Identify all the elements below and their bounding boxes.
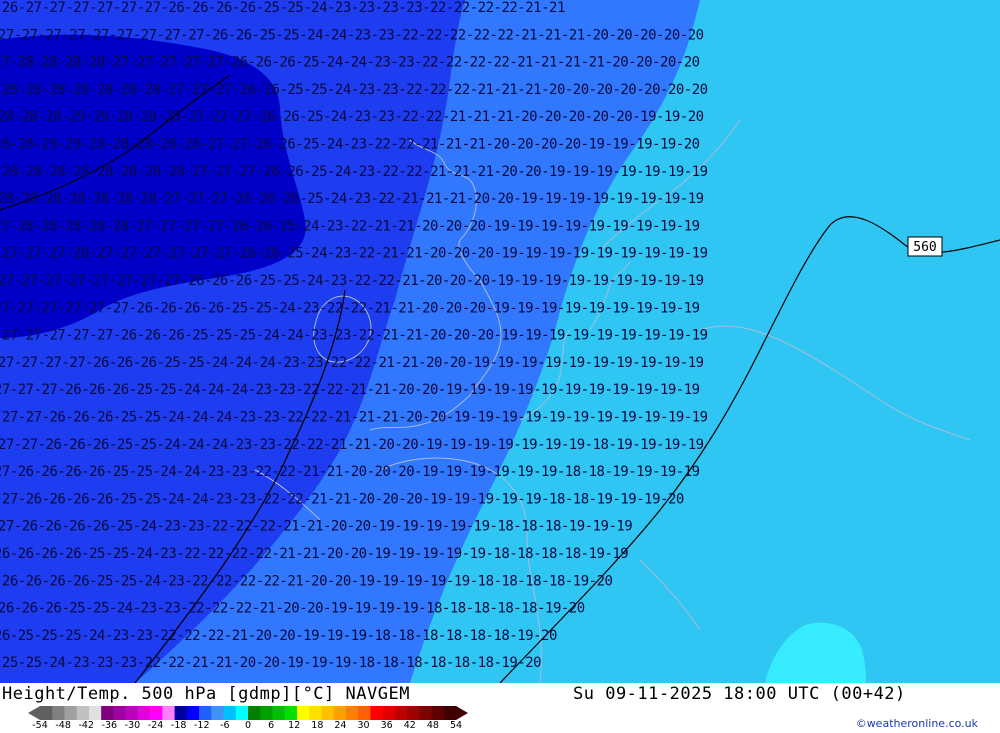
legend-swatch [443,706,457,720]
legend-swatch [260,706,273,720]
legend-tick-label: 30 [357,720,370,731]
legend-swatch [125,706,139,720]
legend-swatch [199,706,212,720]
isotherm-label-row: -27-27-26-26-26-25-25-24-24-24-23-23-22-… [0,437,704,453]
legend-tick-label: -30 [124,720,141,731]
legend-swatch [370,706,384,720]
isotherm-label-row: -26-26-26-26-25-25-24-23-22-22-22-22-21-… [0,573,613,589]
isotherm-label-row: -27-27-27-27-27-26-26-26-25-25-25-24-24-… [0,328,708,344]
legend-swatch [394,706,408,720]
legend-swatch [296,706,310,720]
temperature-legend-bar [28,706,468,720]
legend-swatch [211,706,225,720]
legend-swatch [162,706,176,720]
legend-tick-label: 42 [403,720,416,731]
isotherm-label-row: -27-28-28-28-28-28-27-27-27-27-26-26-25-… [0,218,700,234]
legend-arrow-left [28,706,40,720]
isotherm-label-row: -27-28-28-28-28-27-27-27-27-27-26-26-26-… [0,55,700,71]
legend-swatch [40,706,53,720]
map-canvas: 560 -26-27-27-27-27-27-27-26-26-26-26-25… [0,0,1000,683]
height-contour-label: 560 [913,240,936,255]
legend-tick-label: 12 [288,720,301,731]
map-title: Height/Temp. 500 hPa [gdmp][°C] NAVGEM [2,684,410,704]
isotherm-label-row: -28-28-28-28-28-28-28-27-27-27-26-26-26-… [0,191,704,207]
legend-swatch [309,706,322,720]
legend-tick-label: 54 [449,720,463,731]
legend-swatch [321,706,335,720]
legend-swatch [345,706,359,720]
legend-tick-label: -12 [194,720,210,731]
isotherm-label-row: -27-27-26-26-26-25-25-24-24-24-23-23-22-… [0,410,708,426]
legend-swatch [150,706,163,720]
legend-swatch [248,706,261,720]
isotherm-label-row: -27-26-26-26-26-25-24-23-23-22-22-22-21-… [0,519,632,535]
isotherm-label-row: -27-26-26-26-26-25-25-24-24-23-23-22-22-… [0,464,700,480]
legend-tick-label: -18 [170,720,187,731]
isotherm-label-row: -26-26-26-26-25-25-24-23-22-22-22-22-21-… [0,546,628,562]
isotherm-label-row: -27-27-27-27-27-27-26-26-26-26-25-25-24-… [0,300,700,316]
isotherm-label-row: -28-28-29-29-28-28-28-28-28-27-27-26-26-… [0,137,700,153]
isotherm-label-row: -26-26-26-25-25-24-23-23-22-22-22-21-20-… [0,601,585,617]
isotherm-label-row: -28-28-28-28-28-28-28-28-27-27-27-26-26-… [0,164,708,180]
legend-swatch [358,706,371,720]
legend-swatch [333,706,347,720]
valid-time: Su 09-11-2025 18:00 UTC (00+42) [573,684,906,704]
isotherm-label-row: -27-27-27-27-27-27-27-27-27-26-26-25-25-… [0,27,704,43]
map-footer: Height/Temp. 500 hPa [gdmp][°C] NAVGEM S… [0,683,1000,733]
legend-swatch [101,706,114,720]
isotherm-label-row: -27-26-26-26-26-25-25-24-24-23-23-22-22-… [0,491,684,507]
legend-swatch [186,706,200,720]
isotherm-label-row: -28-28-28-28-28-28-28-27-27-27-26-26-25-… [0,82,708,98]
legend-swatch [272,706,286,720]
legend-swatch [407,706,420,720]
legend-tick-label: -54 [32,720,48,731]
legend-tick-label: 36 [380,720,393,731]
legend-swatch [64,706,78,720]
legend-swatch [223,706,237,720]
weather-map: 560 -26-27-27-27-27-27-27-26-26-26-26-25… [0,0,1000,683]
legend-tick-label: -6 [220,720,230,731]
legend-swatch [113,706,127,720]
isotherm-label-row: -26-25-25-25-24-23-23-22-22-22-21-20-20-… [0,628,557,644]
credit-link[interactable]: ©weatheronline.co.uk [856,717,978,730]
isotherm-label-row: -28-28-28-29-29-28-28-28-27-27-27-26-26-… [0,109,704,125]
legend-tick-label: 18 [311,720,324,731]
legend-tick-label: -42 [78,720,94,731]
isotherm-label-row: -27-27-27-26-26-26-25-25-24-24-24-23-23-… [0,382,700,398]
legend-swatch [88,706,102,720]
legend-tick-label: 6 [268,720,275,731]
legend-tick-label: 0 [244,720,252,731]
legend-swatch [76,706,90,720]
legend-tick-label: -24 [147,720,164,731]
isotherm-label-row: -27-27-27-27-26-26-26-25-25-24-24-24-23-… [0,355,704,371]
isotherm-label-row: -25-25-24-23-23-23-22-22-21-21-20-20-19-… [0,655,541,671]
legend-tick-label: -48 [55,720,71,731]
legend-tick-label: 48 [426,720,439,731]
legend-swatch [431,706,445,720]
isotherm-label-row: -27-27-27-28-27-27-27-27-27-27-26-26-25-… [0,246,708,262]
legend-swatch [137,706,151,720]
legend-swatch [284,706,298,720]
legend-swatch [174,706,188,720]
legend-swatch [235,706,249,720]
legend-tick-label: -36 [101,720,118,731]
legend-tick-label: 24 [334,720,347,731]
legend-swatch [52,706,65,720]
legend-swatch [419,706,433,720]
temperature-legend-ticks: -54 -48 -42 -36 -30 -24 -18 -12 -6 0 6 12 18 24 30 36 42… [28,720,468,732]
isotherm-label-row: -26-27-27-27-27-27-27-26-26-26-26-25-25-… [0,0,565,16]
legend-swatch [382,706,396,720]
legend-arrow-right [456,706,468,720]
isotherm-label-row: -27-27-27-27-27-27-27-27-26-26-26-25-25-… [0,273,704,289]
